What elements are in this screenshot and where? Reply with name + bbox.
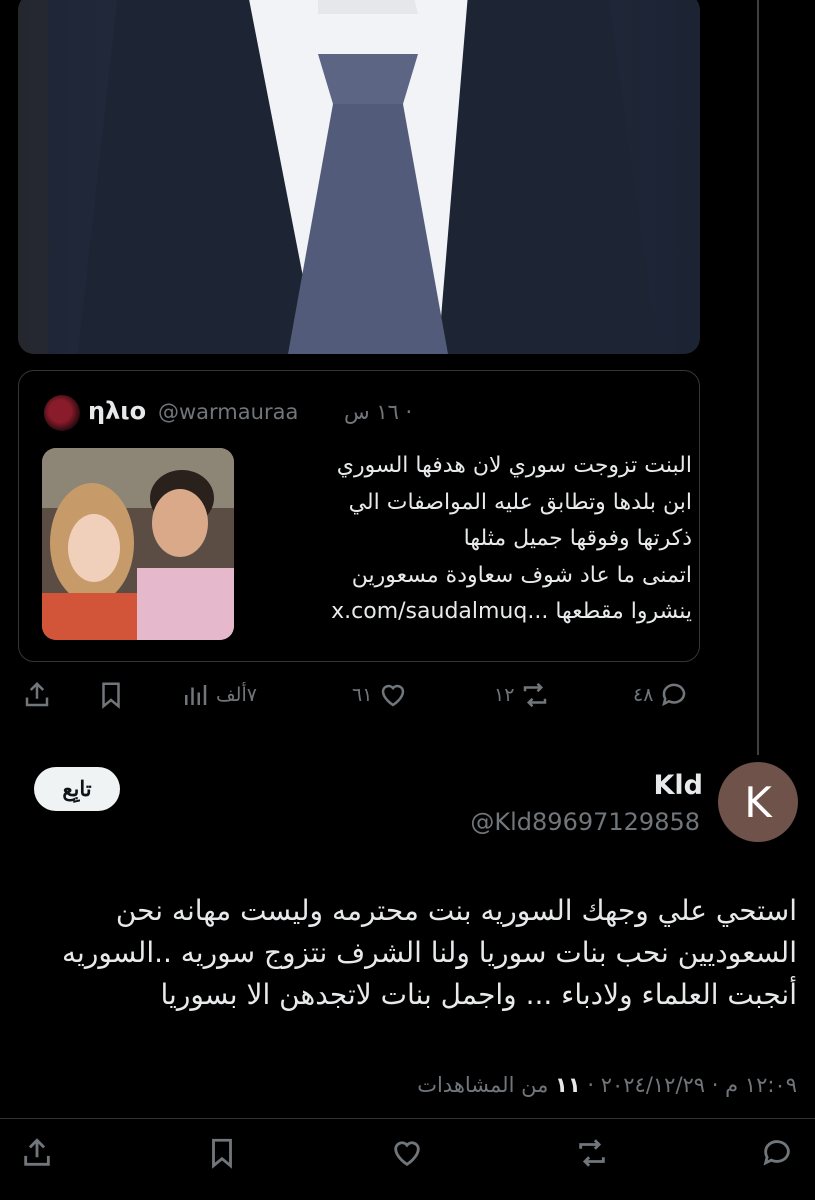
reply-display-name[interactable]: Kld <box>653 770 703 801</box>
views-count: ٧ألف <box>216 684 257 706</box>
quoted-text-line: البنت تزوجت سوري لان هدفها السوري <box>336 453 692 478</box>
bookmark-icon <box>102 682 120 709</box>
timestamp[interactable]: ١٢:٠٩ م · ٢٠٢٤/١٢/٢٩ · <box>587 1073 797 1097</box>
quoted-media-thumbnail[interactable] <box>42 448 234 640</box>
retweet-button-main[interactable] <box>575 1136 609 1170</box>
like-button[interactable]: ٦١ <box>352 680 408 710</box>
replies-count: ٤٨ <box>633 684 654 706</box>
reply-icon <box>763 1140 790 1166</box>
bookmark-button[interactable] <box>96 680 126 710</box>
retweets-count: ١٢ <box>494 684 515 706</box>
likes-count: ٦١ <box>352 684 373 706</box>
heart-icon <box>394 1141 420 1167</box>
share-button-main[interactable] <box>20 1136 54 1170</box>
quoted-text: البنت تزوجت سوري لان هدفها السوري ابن بل… <box>262 448 692 631</box>
avatar-letter: K <box>744 777 772 827</box>
reply-button[interactable]: ٤٨ <box>633 680 689 710</box>
reply-button-main[interactable] <box>760 1136 794 1170</box>
quoted-handle[interactable]: @warmauraa <box>158 400 298 424</box>
reply-text-line: استحي علي وجهك السوريه بنت محترمه وليست … <box>115 894 797 927</box>
heart-icon <box>382 684 405 707</box>
bookmark-icon <box>212 1138 232 1169</box>
share-icon <box>24 1138 50 1166</box>
divider <box>0 1118 815 1119</box>
views-count-bold: ١١ <box>555 1073 581 1097</box>
tweet-image[interactable] <box>18 0 700 354</box>
quoted-text-line: ينشروا مقطعها ...x.com/saudalmuq <box>331 599 692 624</box>
quoted-text-line: ابن بلدها وتطابق عليه المواصفات الي <box>348 489 692 515</box>
quoted-text-line: اتمنى ما عاد شوف سعاودة مسعورين <box>351 562 692 588</box>
quoted-display-name[interactable]: ηλιο <box>88 397 146 425</box>
bookmark-button-main[interactable] <box>205 1136 239 1170</box>
reply-text-line: أنجبت العلماء ولادباء ... واجمل بنات لات… <box>160 978 798 1011</box>
retweet-button[interactable]: ١٢ <box>494 680 550 710</box>
quoted-time: · ١٦ س <box>344 400 413 424</box>
quoted-text-line: ذكرتها وفوقها جميل مثلها <box>463 526 692 551</box>
like-button-main[interactable] <box>390 1136 424 1170</box>
reply-handle[interactable]: @Kld89697129858 <box>470 808 700 836</box>
reply-avatar[interactable]: K <box>718 762 798 842</box>
analytics-icon <box>185 685 207 705</box>
follow-button[interactable]: تابِع <box>34 767 120 811</box>
thread-line <box>757 0 759 755</box>
quoted-avatar[interactable] <box>44 395 80 431</box>
reply-text: استحي علي وجهك السوريه بنت محترمه وليست … <box>7 890 797 1016</box>
tweet-meta: ١٢:٠٩ م · ٢٠٢٤/١٢/٢٩ · ١١ من المشاهدات <box>417 1073 797 1097</box>
share-button[interactable] <box>22 680 52 710</box>
reply-text-line: السعوديين نحب بنات سوريا ولنا الشرف نتزو… <box>62 936 797 969</box>
reply-icon <box>662 683 686 707</box>
retweet-icon <box>524 682 547 708</box>
views-label: من المشاهدات <box>417 1073 549 1097</box>
share-icon <box>25 681 49 707</box>
retweet-icon <box>579 1139 605 1167</box>
views-button[interactable]: ٧ألف <box>180 680 257 710</box>
